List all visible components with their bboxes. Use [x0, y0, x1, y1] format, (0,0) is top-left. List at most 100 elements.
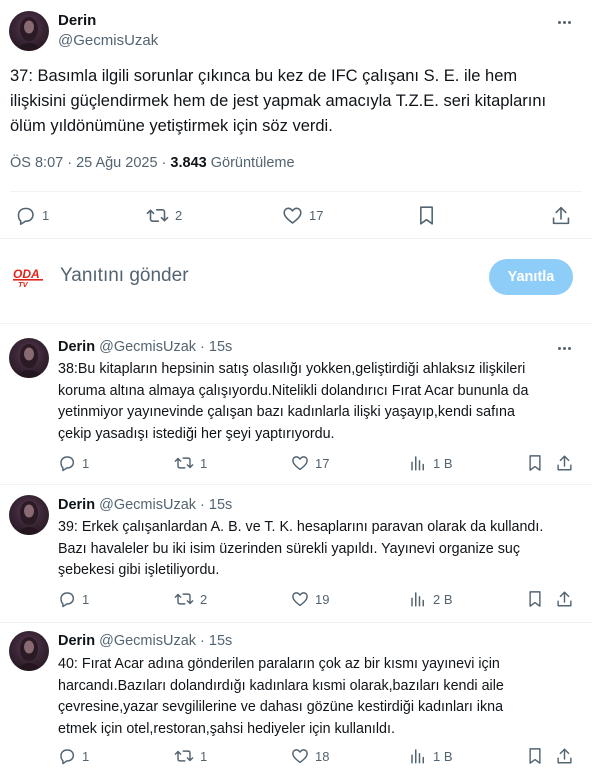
reply-text-line: yetinmiyor yayınevinde çalışan bazı kadı… [58, 404, 515, 420]
like-button[interactable]: 18 [291, 747, 329, 765]
tweet-time[interactable]: ÖS 8:07 · 25 Ağu 2025 · [10, 155, 170, 171]
repost-icon [174, 593, 194, 605]
reply-text-line: etmek için otel,restoran,şahsi hediyeler… [58, 720, 395, 737]
odatv-logo[interactable]: ODA TV [12, 266, 48, 289]
like-icon [283, 207, 302, 224]
bookmark-icon [529, 591, 541, 607]
reply-header: Derin @GecmisUzak · 15s [58, 633, 232, 649]
svg-text:TV: TV [18, 280, 29, 288]
author-handle[interactable]: @GecmisUzak [99, 497, 196, 513]
reply-button[interactable]: 1 [58, 590, 89, 608]
share-icon [557, 591, 572, 607]
views-button[interactable]: 1 B [409, 454, 453, 472]
reply-count: 1 [82, 591, 90, 607]
author-name[interactable]: Derin [58, 12, 96, 29]
bookmark-button[interactable] [527, 454, 543, 472]
repost-button[interactable]: 2 [146, 205, 182, 226]
reply-text: 40: Fırat Acar adına gönderilen paraları… [58, 654, 586, 740]
author-handle[interactable]: @GecmisUzak [99, 633, 196, 649]
reply-icon [60, 749, 75, 765]
repost-icon [174, 750, 194, 762]
more-icon[interactable] [558, 347, 571, 350]
author-name[interactable]: Derin [58, 339, 95, 355]
share-button[interactable] [551, 205, 571, 226]
reply-count: 1 [82, 455, 90, 471]
reply-button[interactable]: 1 [15, 205, 49, 226]
reply-tweet[interactable]: Derin @GecmisUzak · 15s 38:Bu kitapların… [0, 324, 592, 484]
reply-time[interactable]: · 15s [200, 339, 232, 355]
avatar[interactable] [9, 338, 49, 378]
like-count: 17 [309, 208, 324, 223]
author-handle[interactable]: @GecmisUzak [99, 339, 196, 355]
views-button[interactable]: 2 B [409, 590, 453, 608]
reply-time[interactable]: · 15s [200, 633, 232, 649]
views-count: 1 B [433, 748, 453, 764]
like-icon [292, 749, 308, 764]
repost-count: 1 [200, 455, 208, 471]
reply-count: 1 [82, 748, 90, 764]
tweet-text-line: ilişkisini güçlendirmek hem de jest yapm… [10, 92, 547, 110]
reply-text-line: koruma altına almaya çalışıyordu.Nitelik… [58, 382, 529, 399]
author-name[interactable]: Derin [58, 633, 95, 649]
repost-count: 2 [175, 208, 183, 223]
repost-button[interactable]: 1 [174, 747, 207, 765]
like-count: 19 [315, 591, 330, 607]
author-handle[interactable]: @GecmisUzak [58, 32, 158, 49]
reply-text: 39: Erkek çalışanlardan A. B. ve T. K. h… [58, 517, 586, 582]
bookmark-icon [529, 748, 541, 764]
compose-row: ODA TV Yanıtını gönder Yanıtla [0, 239, 592, 323]
reply-button[interactable]: 1 [58, 747, 89, 765]
repost-count: 1 [200, 748, 208, 764]
compose-input[interactable]: Yanıtını gönder [60, 265, 440, 287]
share-icon [552, 206, 570, 225]
bookmark-icon [420, 206, 433, 225]
views-count: 1 B [433, 455, 453, 471]
avatar[interactable] [9, 11, 49, 51]
divider [10, 191, 582, 192]
share-button[interactable] [556, 590, 573, 608]
reply-text-line: Bazı havaleler bu iki isim üzerinden sür… [58, 540, 520, 557]
like-icon [292, 456, 308, 471]
reply-tweet[interactable]: Derin @GecmisUzak · 15s 39: Erkek çalışa… [0, 485, 592, 622]
avatar[interactable] [9, 495, 49, 535]
like-button[interactable]: 19 [291, 590, 329, 608]
share-button[interactable] [556, 747, 573, 765]
repost-icon [146, 209, 169, 222]
repost-icon [174, 457, 194, 469]
bookmark-icon [529, 455, 541, 471]
reply-header: Derin @GecmisUzak · 15s [58, 339, 232, 355]
share-button[interactable] [556, 454, 573, 472]
reply-text-line: 40: Fırat Acar adına gönderilen paraları… [58, 656, 500, 672]
like-count: 18 [315, 748, 330, 764]
views-icon [411, 749, 424, 764]
reply-text-line: harcandı.Bazıları dolandırdığı kadınlara… [58, 677, 504, 694]
tweet-meta: ÖS 8:07 · 25 Ağu 2025 · 3.843 Görüntülem… [10, 155, 295, 171]
reply-time[interactable]: · 15s [200, 497, 232, 513]
views-button[interactable]: 1 B [409, 747, 453, 765]
repost-button[interactable]: 2 [174, 590, 207, 608]
like-icon [292, 592, 308, 607]
like-button[interactable]: 17 [291, 454, 329, 472]
tweet-text: 37: Basımla ilgili sorunlar çıkınca bu k… [10, 64, 585, 139]
views-icon [411, 456, 424, 471]
reply-header: Derin @GecmisUzak · 15s [58, 497, 232, 513]
more-icon[interactable] [558, 21, 571, 24]
reply-submit-button[interactable]: Yanıtla [489, 259, 573, 295]
like-button[interactable]: 17 [282, 205, 323, 226]
author-name[interactable]: Derin [58, 497, 95, 513]
views-count: 3.843 [170, 155, 207, 171]
bookmark-button[interactable] [417, 205, 436, 226]
bookmark-button[interactable] [527, 747, 543, 765]
bookmark-button[interactable] [527, 590, 543, 608]
avatar[interactable] [9, 631, 49, 671]
main-tweet: Derin @GecmisUzak 37: Basımla ilgili sor… [0, 0, 592, 238]
share-icon [557, 455, 572, 471]
reply-icon [17, 207, 34, 226]
repost-button[interactable]: 1 [174, 454, 207, 472]
reply-tweet[interactable]: Derin @GecmisUzak · 15s 40: Fırat Acar a… [0, 623, 592, 771]
svg-text:ODA: ODA [13, 267, 40, 281]
reply-button[interactable]: 1 [58, 454, 89, 472]
reply-text-line: çevresine,yazar sevgililerine ve dahası … [58, 699, 504, 715]
reply-text-line: çekip yasadışı istediği her şeyi yaptırı… [58, 425, 335, 442]
views-label: Görüntüleme [206, 155, 295, 171]
